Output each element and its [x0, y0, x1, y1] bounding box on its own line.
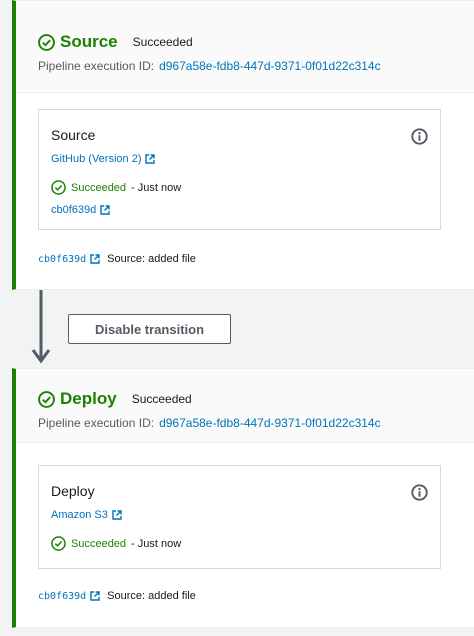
check-circle-icon	[51, 180, 66, 195]
commit-id: cb0f639d	[51, 204, 97, 216]
provider-label: GitHub (Version 2)	[51, 153, 142, 165]
provider-link[interactable]: GitHub (Version 2)	[51, 153, 156, 165]
footer-commit-link[interactable]: cb0f639d	[38, 591, 86, 602]
execution-id-link[interactable]: d967a58e-fdb8-447d-9371-0f01d22c314c	[159, 59, 381, 73]
footer-commit-message: Source: added file	[107, 590, 196, 602]
info-icon[interactable]	[411, 484, 428, 501]
execution-id-row: Pipeline execution ID: d967a58e-fdb8-447…	[38, 59, 381, 73]
action-card-source: Source GitHub (Version 2) Succeeded - Ju…	[38, 109, 441, 230]
disable-transition-button[interactable]: Disable transition	[68, 314, 231, 344]
action-status-row: Succeeded - Just now	[51, 536, 181, 551]
footer-commit-link[interactable]: cb0f639d	[38, 254, 86, 265]
stage-name: Source	[60, 32, 118, 51]
external-link-icon	[112, 510, 122, 520]
footer-commit-message: Source: added file	[107, 253, 196, 265]
info-icon[interactable]	[411, 128, 428, 145]
execution-id-label: Pipeline execution ID:	[38, 59, 155, 73]
action-time: - Just now	[131, 537, 182, 550]
action-status: Succeeded	[71, 181, 127, 194]
execution-id-row: Pipeline execution ID: d967a58e-fdb8-447…	[38, 416, 381, 430]
external-link-icon[interactable]	[90, 254, 100, 264]
stage-deploy: Deploy Succeeded Pipeline execution ID: …	[12, 368, 474, 628]
stage-source: Source Succeeded Pipeline execution ID: …	[12, 0, 474, 290]
check-circle-icon	[51, 536, 66, 551]
provider-link[interactable]: Amazon S3	[51, 509, 122, 521]
stage-header: Source Succeeded Pipeline execution ID: …	[16, 1, 474, 93]
commit-link[interactable]: cb0f639d	[51, 204, 110, 216]
stage-footer-commit: cb0f639d Source: added file	[38, 253, 196, 265]
external-link-icon	[145, 154, 156, 164]
execution-id-link[interactable]: d967a58e-fdb8-447d-9371-0f01d22c314c	[159, 416, 381, 430]
external-link-icon	[100, 205, 110, 215]
stage-title-row: Source Succeeded	[38, 32, 193, 52]
stage-header: Deploy Succeeded Pipeline execution ID: …	[16, 369, 474, 443]
check-circle-icon	[38, 390, 55, 408]
action-status: Succeeded	[71, 537, 127, 550]
action-status-row: Succeeded - Just now	[51, 180, 181, 195]
execution-id-label: Pipeline execution ID:	[38, 416, 155, 430]
action-name: Source	[51, 127, 96, 143]
pipeline-view: Source Succeeded Pipeline execution ID: …	[0, 0, 474, 636]
action-card-deploy: Deploy Amazon S3 Succeeded - Just now	[38, 465, 441, 569]
provider-label: Amazon S3	[51, 509, 108, 521]
stage-title-row: Deploy Succeeded	[38, 389, 192, 409]
stage-footer-commit: cb0f639d Source: added file	[38, 590, 196, 602]
stage-name: Deploy	[60, 389, 117, 408]
check-circle-icon	[38, 33, 55, 51]
action-name: Deploy	[51, 483, 95, 499]
external-link-icon[interactable]	[90, 591, 100, 601]
action-time: - Just now	[131, 181, 182, 194]
stage-status: Succeeded	[132, 35, 193, 49]
stage-status: Succeeded	[131, 392, 192, 406]
arrow-down-icon	[31, 290, 51, 364]
